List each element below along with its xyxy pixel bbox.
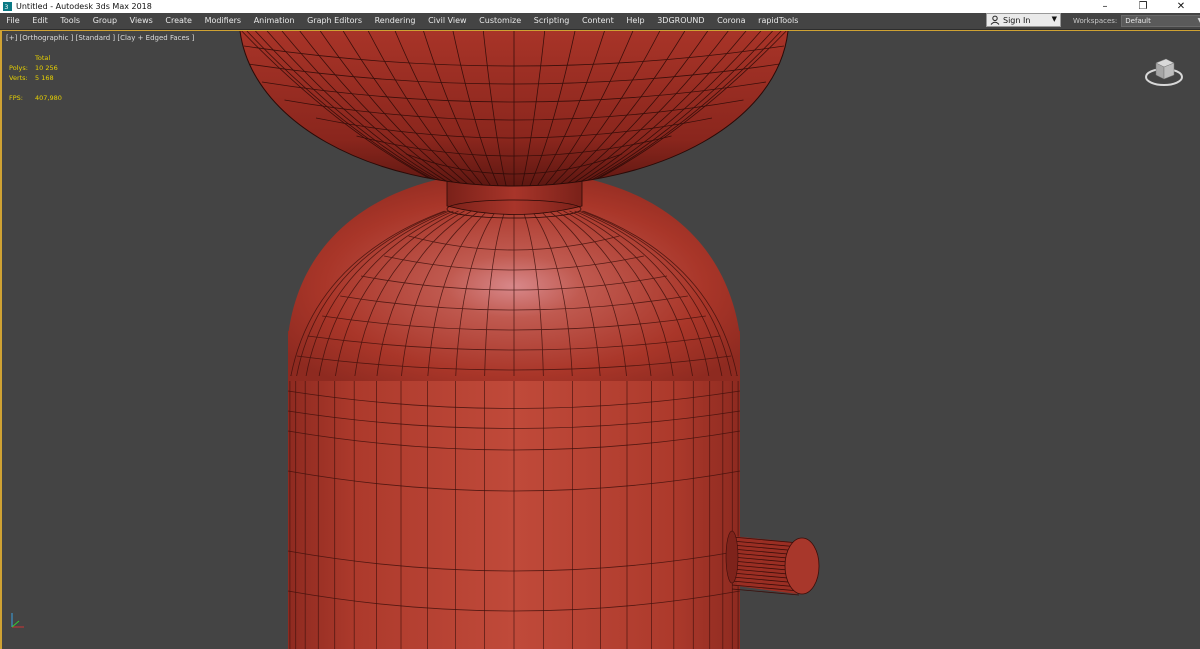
menu-items: File Edit Tools Group Views Create Modifiers An…: [0, 13, 805, 29]
menu-customize[interactable]: Customize: [473, 13, 528, 29]
menu-rapidtools[interactable]: rapidTools: [752, 13, 805, 29]
menu-tools[interactable]: Tools: [54, 13, 86, 29]
menu-modifiers[interactable]: Modifiers: [198, 13, 247, 29]
workspaces-dropdown[interactable]: Default ▼: [1121, 15, 1200, 27]
verts-value: 5 168: [35, 74, 54, 82]
title-bar: 3 Untitled - Autodesk 3ds Max 2018 – ❐ ✕: [0, 0, 1200, 13]
side-knob[interactable]: [725, 530, 820, 596]
3dsmax-app-icon: 3: [3, 2, 12, 11]
restore-button[interactable]: ❐: [1124, 0, 1162, 13]
menu-scripting[interactable]: Scripting: [527, 13, 575, 29]
minimize-button[interactable]: –: [1086, 0, 1124, 13]
workspaces-label: Workspaces:: [1073, 17, 1118, 25]
menu-group[interactable]: Group: [86, 13, 123, 29]
scene-render[interactable]: [2, 31, 1200, 649]
window-controls: – ❐ ✕: [1086, 0, 1200, 13]
menu-edit[interactable]: Edit: [26, 13, 54, 29]
menu-civil-view[interactable]: Civil View: [422, 13, 473, 29]
viewport-label[interactable]: [+] [Orthographic ] [Standard ] [Clay + …: [6, 34, 194, 42]
sign-in-dropdown[interactable]: Sign In ▼: [986, 13, 1061, 27]
top-sphere[interactable]: [239, 31, 789, 191]
polys-label: Polys:: [9, 64, 28, 72]
axis-tripod-icon: [11, 613, 24, 628]
menu-create[interactable]: Create: [159, 13, 198, 29]
stats-overlay: Total Polys: 10 256 Verts: 5 168 FPS: 407,9…: [9, 53, 62, 103]
menu-views[interactable]: Views: [123, 13, 159, 29]
fps-value: 407,980: [35, 94, 62, 102]
menu-corona[interactable]: Corona: [711, 13, 752, 29]
verts-label: Verts:: [9, 74, 28, 82]
menu-3dground[interactable]: 3DGROUND: [651, 13, 711, 29]
menu-animation[interactable]: Animation: [247, 13, 300, 29]
menu-rendering[interactable]: Rendering: [368, 13, 421, 29]
viewcube-icon[interactable]: [1142, 49, 1186, 93]
stats-header: Total: [35, 54, 51, 62]
user-icon: [990, 15, 1000, 25]
menu-content[interactable]: Content: [576, 13, 620, 29]
polys-value: 10 256: [35, 64, 58, 72]
fps-label: FPS:: [9, 94, 23, 102]
menu-file[interactable]: File: [0, 13, 26, 29]
sign-in-label: Sign In: [1003, 15, 1031, 25]
workspaces-value: Default: [1125, 17, 1151, 25]
close-button[interactable]: ✕: [1162, 0, 1200, 13]
window-title: Untitled - Autodesk 3ds Max 2018: [16, 2, 152, 11]
chevron-down-icon: ▼: [1051, 15, 1057, 23]
workspaces-selector: Workspaces: Default ▼: [1073, 13, 1200, 29]
perspective-viewport[interactable]: [+] [Orthographic ] [Standard ] [Clay + …: [0, 30, 1200, 649]
menu-help[interactable]: Help: [620, 13, 651, 29]
menu-graph-editors[interactable]: Graph Editors: [301, 13, 369, 29]
svg-text:3: 3: [4, 4, 8, 11]
